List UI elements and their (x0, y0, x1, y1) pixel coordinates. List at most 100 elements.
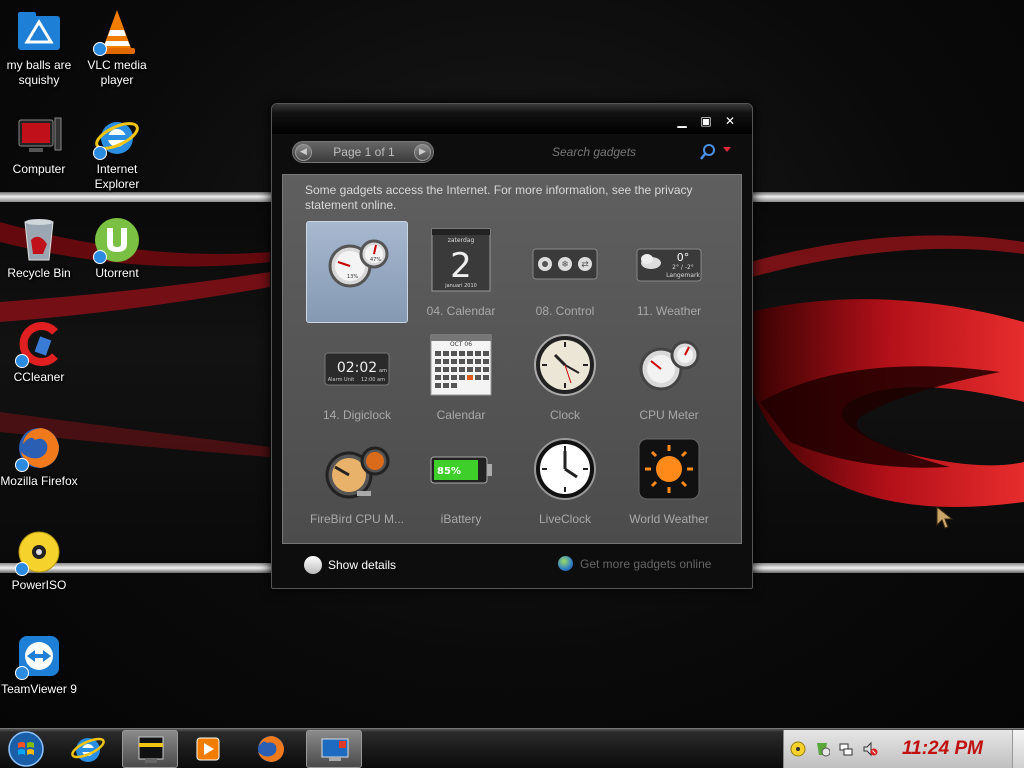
desktop-icon-my-balls-are-squishy[interactable]: my balls are squishy (0, 8, 78, 88)
taskbar-cpu-tool[interactable] (122, 730, 178, 768)
gallery-toolbar: ◀ Page 1 of 1 ▶ Search gadgets (282, 139, 742, 165)
liveclock-icon (531, 435, 599, 503)
desktop-icon-utorrent[interactable]: Utorrent (78, 216, 156, 281)
next-page-button[interactable]: ▶ (414, 144, 431, 161)
gadget-tile-clock[interactable]: Clock (514, 325, 616, 427)
hardware-monitor-icon (123, 736, 179, 768)
search-input[interactable]: Search gadgets (552, 145, 636, 159)
action-center-icon[interactable] (814, 741, 831, 757)
taskbar-internet-explorer[interactable] (60, 730, 116, 768)
poweriso-tray-icon[interactable] (790, 741, 806, 757)
desktop-icon-label: Internet Explorer (94, 162, 140, 191)
previous-page-button[interactable]: ◀ (295, 144, 312, 161)
get-more-gadgets-link[interactable]: Get more gadgets online (558, 556, 712, 571)
taskbar-firefox[interactable] (243, 730, 299, 768)
start-button[interactable] (2, 729, 50, 768)
desktop-icon-recycle-bin[interactable]: Recycle Bin (0, 216, 78, 281)
gadget-label: Clock (549, 408, 580, 422)
calendar-grid-icon: OCT 06 (427, 331, 495, 399)
cpu-meter-icon (635, 331, 703, 399)
gadget-tile-14-digiclock[interactable]: 02:02 am Alarm Unit 12:00 am 14. Digiclock (306, 325, 408, 427)
cpu-value-a: 13% (347, 274, 358, 280)
show-desktop-button[interactable] (1012, 730, 1024, 768)
desktop-icon-mozilla-firefox[interactable]: Mozilla Firefox (0, 424, 78, 489)
digiclock-ampm: am (379, 368, 387, 374)
gadget-label: 11. Weather (636, 304, 702, 318)
gadget-label: 04. Calendar (426, 304, 496, 318)
computer-icon (15, 112, 63, 160)
gadget-tile-liveclock[interactable]: LiveClock (514, 429, 616, 531)
taskbar-clock[interactable]: 11:24 PM (902, 738, 983, 760)
taskbar: 11:24 PM (0, 728, 1024, 768)
desktop-icon-poweriso[interactable]: PowerISO (0, 528, 78, 593)
disc-icon (15, 528, 63, 576)
gadget-tile-11-weather[interactable]: 0° 2° / -2° Langemark 11. Weather (618, 221, 720, 323)
page-indicator: Page 1 of 1 (333, 145, 395, 159)
gadget-tile-world-weather[interactable]: World Weather (618, 429, 720, 531)
desktop-icon-ccleaner[interactable]: CCleaner (0, 320, 78, 385)
gadget-label: 08. Control (535, 304, 595, 318)
desktop-icon-computer[interactable]: Computer (0, 112, 78, 177)
show-details-label: Show details (328, 558, 397, 572)
globe-icon (558, 556, 573, 571)
shortcut-arrow-icon (15, 458, 29, 472)
shortcut-arrow-icon (15, 562, 29, 576)
get-more-gadgets-label: Get more gadgets online (580, 557, 712, 571)
desktop-icon-internet-explorer[interactable]: Internet Explorer (78, 112, 156, 192)
maximize-button[interactable]: ▣ (698, 114, 714, 128)
gallery-titlebar[interactable]: ▁ ▣ ✕ (272, 104, 752, 134)
shortcut-arrow-icon (15, 666, 29, 680)
search-gadgets-box[interactable]: Search gadgets (537, 141, 737, 163)
digiclock-time: 02:02 (337, 360, 377, 376)
gadget-gallery-window: ▁ ▣ ✕ ◀ Page 1 of 1 ▶ Search gadgets Som… (271, 103, 753, 589)
gadget-label: FireBird CPU M... (309, 512, 404, 526)
network-icon[interactable] (838, 741, 854, 757)
search-icon[interactable] (699, 143, 717, 161)
minimize-button[interactable]: ▁ (674, 114, 690, 128)
volume-muted-icon[interactable] (862, 741, 878, 757)
desktop-icon-teamviewer[interactable]: TeamViewer 9 (0, 632, 78, 697)
gadget-tile-ibattery[interactable]: 85% iBattery (410, 429, 512, 531)
taskbar-desktop-gadgets[interactable] (306, 730, 362, 768)
gadget-label: World Weather (629, 512, 709, 526)
search-dropdown-icon[interactable] (723, 147, 731, 152)
ccleaner-icon (15, 320, 63, 368)
shortcut-arrow-icon (15, 354, 29, 368)
show-details-button[interactable]: Show details (304, 555, 396, 575)
gadget-tile-08-control[interactable]: ❄ ⇄ 08. Control (514, 221, 616, 323)
shortcut-arrow-icon (93, 250, 107, 264)
gadget-tile-cpu-meter-selected[interactable]: 13% 47% (306, 221, 408, 323)
taskbar-media-player[interactable] (180, 730, 236, 768)
desktop-icon-label: TeamViewer 9 (1, 682, 77, 696)
teamviewer-icon (15, 632, 63, 680)
battery-percent: 85% (437, 466, 461, 477)
page-navigator: ◀ Page 1 of 1 ▶ (292, 141, 434, 163)
desktop-icon-label: Recycle Bin (7, 266, 71, 280)
recycle-bin-icon (15, 216, 63, 264)
desktop-icon-label: CCleaner (13, 370, 65, 384)
gadget-tile-cpu-meter[interactable]: CPU Meter (618, 325, 720, 427)
digiclock-alarm-time: 12:00 am (361, 377, 385, 383)
world-weather-icon (635, 435, 703, 503)
gadget-tile-firebird-cpu-meter[interactable]: FireBird CPU M... (306, 429, 408, 531)
calendar-grid-month: OCT 06 (450, 341, 472, 348)
svg-text:❄: ❄ (561, 260, 569, 270)
shortcut-arrow-icon (93, 146, 107, 160)
calendar-month-year: januari 2010 (444, 283, 477, 289)
chevron-down-icon (304, 556, 322, 574)
desktop-icon-vlc-media-player[interactable]: VLC media player (78, 8, 156, 88)
digiclock-alarm: Alarm Unit (328, 377, 355, 383)
gadget-label: Calendar (436, 408, 486, 422)
privacy-notice: Some gadgets access the Internet. For mo… (305, 183, 693, 212)
firebird-cpu-icon (323, 435, 391, 503)
cpu-meter-icon: 13% 47% (324, 228, 392, 296)
gadget-tile-calendar[interactable]: OCT 06 Calendar (410, 325, 512, 427)
digiclock-icon: 02:02 am Alarm Unit 12:00 am (323, 331, 391, 399)
gadget-label: 14. Digiclock (322, 408, 392, 422)
desktop-icon-label: Mozilla Firefox (0, 474, 78, 488)
gadget-tile-04-calendar[interactable]: zaterdag 2 januari 2010 04. Calendar (410, 221, 512, 323)
cpu-value-b: 47% (370, 257, 381, 263)
internet-explorer-icon (60, 737, 116, 768)
close-button[interactable]: ✕ (722, 114, 738, 128)
calendar-icon: zaterdag 2 januari 2010 (427, 227, 495, 295)
